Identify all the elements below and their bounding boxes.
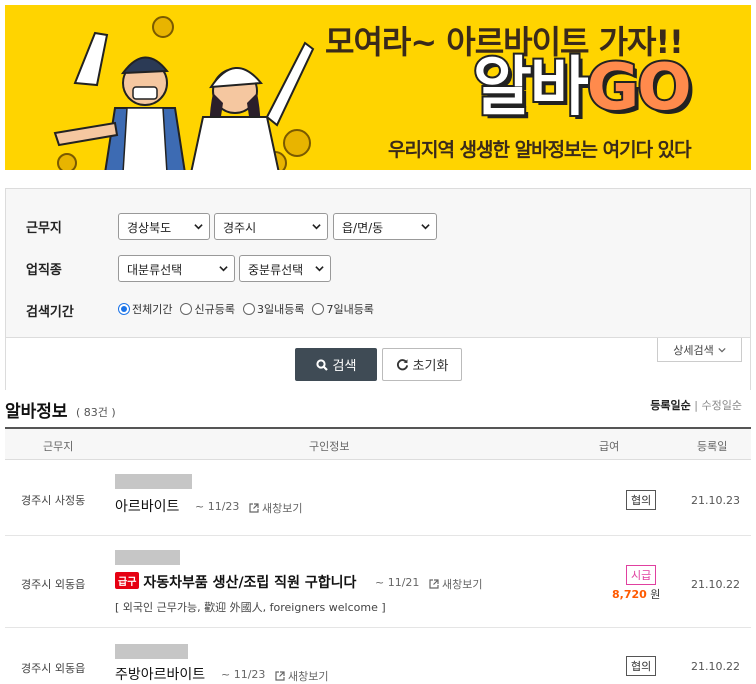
category-label: 업직종 bbox=[26, 263, 62, 278]
new-window-link[interactable]: 새창보기 bbox=[249, 500, 302, 516]
row-location: 경주시 외동읍 bbox=[21, 662, 86, 675]
period-radio-new[interactable]: 신규등록 bbox=[180, 301, 235, 317]
reset-button[interactable]: 초기화 bbox=[382, 348, 462, 381]
search-panel: 근무지 경상북도 경주시 읍/면/동 업직종 대분류선택 중분류선택 검색기간 … bbox=[5, 188, 751, 390]
row-date: 21.10.23 bbox=[691, 494, 740, 507]
column-job-info: 구인정보 bbox=[309, 440, 350, 453]
radio-icon bbox=[180, 303, 193, 315]
sort-by-modified[interactable]: 수정일순 bbox=[702, 399, 742, 412]
pay-type-badge: 시급 bbox=[626, 565, 657, 585]
job-title-link[interactable]: 아르바이트 bbox=[115, 496, 179, 516]
company-name-redacted bbox=[115, 550, 180, 565]
table-header: 근무지 구인정보 급여 등록일 bbox=[5, 427, 751, 460]
search-actions: 검색 초기화 상세검색 bbox=[6, 338, 750, 390]
external-link-icon bbox=[429, 579, 439, 589]
pay-type-badge: 협의 bbox=[626, 656, 657, 676]
search-icon bbox=[315, 358, 328, 371]
listing-count: ( 83건 ) bbox=[76, 406, 116, 419]
company-name-redacted bbox=[115, 644, 188, 659]
period-radio-7days[interactable]: 7일내등록 bbox=[312, 301, 374, 317]
row-location: 경주시 사정동 bbox=[21, 494, 86, 507]
column-pay: 급여 bbox=[599, 440, 620, 453]
mascot-illustration bbox=[53, 16, 315, 170]
chevron-down-icon bbox=[421, 224, 430, 230]
row-due-date: ~ 11/23 bbox=[195, 500, 240, 513]
location-label: 근무지 bbox=[26, 221, 62, 236]
chevron-down-icon bbox=[718, 347, 726, 352]
row-due-date: ~ 11/21 bbox=[375, 576, 420, 589]
new-window-link[interactable]: 새창보기 bbox=[275, 668, 328, 684]
chevron-down-icon bbox=[194, 224, 203, 230]
banner-tagline: 우리지역 생생한 알바정보는 여기다 있다 bbox=[388, 139, 692, 161]
pay-type-badge: 협의 bbox=[626, 490, 657, 510]
table-row[interactable]: 경주시 외동읍 주방아르바이트 ~ 11/23 새창보기 협의 21.10.22 bbox=[5, 628, 751, 684]
row-due-date: ~ 11/23 bbox=[221, 668, 266, 681]
district-select[interactable]: 읍/면/동 bbox=[333, 213, 437, 240]
period-radio-all[interactable]: 전체기간 bbox=[118, 301, 172, 317]
search-button[interactable]: 검색 bbox=[295, 348, 377, 381]
row-location: 경주시 외동읍 bbox=[21, 578, 86, 591]
job-table: 근무지 구인정보 급여 등록일 경주시 사정동 아르바이트 ~ 11/23 새창… bbox=[5, 427, 751, 684]
sort-by-registered[interactable]: 등록일순 bbox=[650, 399, 690, 412]
period-radio-3days[interactable]: 3일내등록 bbox=[242, 301, 304, 317]
radio-selected-icon bbox=[118, 303, 130, 315]
row-date: 21.10.22 bbox=[691, 578, 740, 591]
albago-logo: 알바GO bbox=[471, 51, 694, 125]
urgent-badge: 급구 bbox=[115, 572, 140, 589]
major-category-select[interactable]: 대분류선택 bbox=[118, 255, 235, 282]
table-row[interactable]: 경주시 사정동 아르바이트 ~ 11/23 새창보기 협의 21.10.23 bbox=[5, 460, 751, 536]
radio-icon bbox=[242, 303, 255, 315]
external-link-icon bbox=[249, 503, 259, 513]
mid-category-select[interactable]: 중분류선택 bbox=[239, 255, 331, 282]
job-subtext: [ 외국인 근무가능, 歡迎 外國人, foreigners welcome ] bbox=[115, 601, 386, 614]
job-title-link[interactable]: 주방아르바이트 bbox=[115, 664, 205, 684]
sort-separator: | bbox=[694, 399, 699, 412]
listing-title: 알바정보 bbox=[5, 402, 68, 422]
column-date: 등록일 bbox=[697, 440, 728, 453]
chevron-down-icon bbox=[219, 266, 228, 272]
chevron-down-icon bbox=[312, 224, 321, 230]
job-title-link[interactable]: 급구 자동차부품 생산/조립 직원 구합니다 bbox=[115, 572, 356, 592]
external-link-icon bbox=[275, 671, 285, 681]
province-select[interactable]: 경상북도 bbox=[118, 213, 210, 240]
promo-banner[interactable]: 모여라~ 아르바이트 가자!! 알바GO 우리지역 생생한 알바정보는 여기다 … bbox=[5, 5, 751, 170]
chevron-down-icon bbox=[315, 266, 324, 272]
radio-icon bbox=[312, 303, 325, 315]
sort-options: 등록일순 | 수정일순 bbox=[650, 397, 742, 413]
column-location: 근무지 bbox=[43, 440, 74, 453]
company-name-redacted bbox=[115, 474, 192, 489]
city-select[interactable]: 경주시 bbox=[214, 213, 328, 240]
wage-amount: 8,720 원 bbox=[612, 588, 661, 601]
refresh-icon bbox=[396, 359, 408, 371]
period-label: 검색기간 bbox=[26, 305, 74, 320]
detail-search-button[interactable]: 상세검색 bbox=[657, 338, 742, 362]
row-date: 21.10.22 bbox=[691, 660, 740, 673]
period-radio-group: 전체기간 신규등록 3일내등록 7일내등록 bbox=[118, 301, 374, 317]
table-row[interactable]: 경주시 외동읍 급구 자동차부품 생산/조립 직원 구합니다 ~ 11/21 새창… bbox=[5, 536, 751, 628]
new-window-link[interactable]: 새창보기 bbox=[429, 576, 482, 592]
